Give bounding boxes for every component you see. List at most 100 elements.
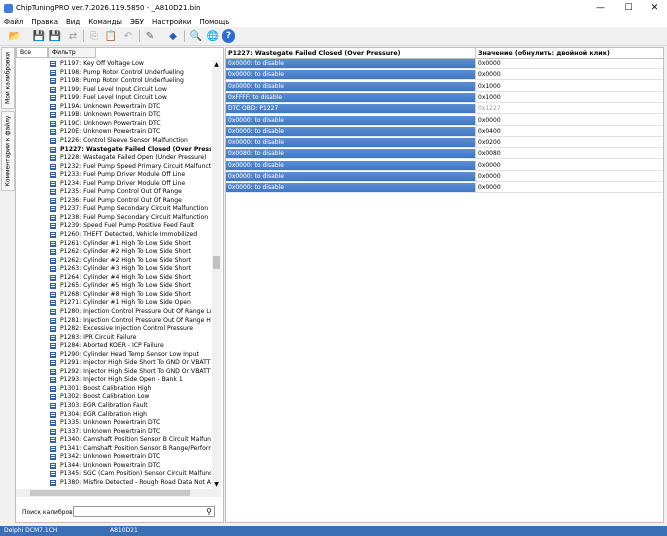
tree-item[interactable]: P1380: Misfire Detected - Rough Road Dat… <box>50 479 211 487</box>
tree-item[interactable]: P1199: Fuel Level Input Circuit Low <box>50 94 167 102</box>
tree-item[interactable]: P1198: Pump Rotor Control Underfueling <box>50 77 184 85</box>
tree-item[interactable]: P1281: Injection Control Pressure Out Of… <box>50 317 211 325</box>
tree-item[interactable]: P1227: Wastegate Failed Closed (Over Pre… <box>50 146 211 154</box>
table-row-label[interactable]: 0x0000: to disable <box>226 115 475 126</box>
tree-item[interactable]: P1260: THEFT Detected, Vehicle Immobiliz… <box>50 231 197 239</box>
tree-item[interactable]: P1262: Cylinder #2 High To Low Side Shor… <box>50 248 191 256</box>
tree-item[interactable]: P1268: Cylinder #8 High To Low Side Shor… <box>50 291 191 299</box>
globe-icon[interactable]: 🌐 <box>206 29 220 43</box>
checksum-icon[interactable]: ✎ <box>143 29 157 43</box>
tree-item[interactable]: P1228: Wastegate Failed Open (Under Pres… <box>50 154 207 162</box>
tree-item[interactable]: P1226: Control Sleeve Sensor Malfunction <box>50 137 188 145</box>
table-row-label[interactable]: 0x0000: to disable <box>226 70 475 81</box>
tree-item[interactable]: P1262: Cylinder #2 High To Low Side Shor… <box>50 257 191 265</box>
copy-icon[interactable]: ⎘ <box>87 29 101 43</box>
tab-filter[interactable]: Фильтр <box>48 48 96 58</box>
tree-item[interactable]: P1261: Cylinder #1 High To Low Side Shor… <box>50 240 191 248</box>
table-row-value[interactable]: 0x0000 <box>475 172 663 182</box>
tree-item[interactable]: P1264: Cylinder #4 High To Low Side Shor… <box>50 274 191 282</box>
table-row-value[interactable]: 0x1227 <box>475 104 663 115</box>
diamond-icon[interactable]: ◆ <box>166 29 180 43</box>
tree-item[interactable]: P1342: Unknown Powertrain DTC <box>50 453 160 461</box>
paste-icon[interactable]: 📋 <box>104 29 118 43</box>
tree-item[interactable]: P1304: EGR Calibration High <box>50 411 147 419</box>
minimize-button[interactable]: — <box>587 0 614 16</box>
table-row-value[interactable]: 0x0000 <box>475 70 663 81</box>
table-row-label[interactable]: 0x0000: to disable <box>226 126 475 137</box>
tree-item[interactable]: P1341: Camshaft Position Sensor B Range/… <box>50 445 211 453</box>
search-input[interactable]: ⚲ <box>73 506 215 517</box>
save-icon[interactable]: 💾 <box>32 29 46 43</box>
column-header-value[interactable]: Значение (обнулить: двойной клик) <box>475 48 663 59</box>
menu-help[interactable]: Помощь <box>195 18 233 26</box>
tree-item[interactable]: P1265: Cylinder #5 High To Low Side Shor… <box>50 282 191 290</box>
tree-item[interactable]: P1345: SGC (Cam Position) Sensor Circuit… <box>50 470 211 478</box>
table-row-value[interactable]: 0x0000 <box>475 59 663 69</box>
tree-item[interactable]: P1344: Unknown Powertrain DTC <box>50 462 160 470</box>
table-row-label[interactable]: 0xFFFF: to disable <box>226 92 475 103</box>
tree-item[interactable]: P1335: Unknown Powertrain DTC <box>50 419 160 427</box>
tree-item[interactable]: P1290: Cylinder Head Temp Sensor Low Inp… <box>50 351 199 359</box>
tree-item[interactable]: P1293: Injector High Side Open - Bank 1 <box>50 376 183 384</box>
table-row-value[interactable]: 0x0400 <box>475 126 663 137</box>
tree-item[interactable]: P1197: Key Off Voltage Low <box>50 60 144 68</box>
tree-item[interactable]: P119A: Unknown Powertrain DTC <box>50 103 160 111</box>
table-row-label[interactable]: 0x0000: to disable <box>226 138 475 149</box>
tree-item[interactable]: P1302: Boost Calibration Low <box>50 393 149 401</box>
column-header-calibration[interactable]: P1227: Wastegate Failed Closed (Over Pre… <box>226 48 475 59</box>
tree-item[interactable]: P1234: Fuel Pump Driver Module Off Line <box>50 180 185 188</box>
close-button[interactable]: ✕ <box>641 0 667 16</box>
scroll-thumb[interactable] <box>30 490 190 496</box>
table-row-label[interactable]: 0x0000: to disable <box>226 59 475 69</box>
tab-all[interactable]: Все <box>16 48 48 58</box>
compare-icon[interactable]: ⇄ <box>66 29 80 43</box>
tree-item[interactable]: P119B: Unknown Powertrain DTC <box>50 111 161 119</box>
tab-file-comments[interactable]: Комментарии к файлу <box>1 111 15 191</box>
menu-view[interactable]: Вид <box>62 18 84 26</box>
menu-settings[interactable]: Настройки <box>148 18 196 26</box>
tree-item[interactable]: P1233: Fuel Pump Driver Module Off Line <box>50 171 185 179</box>
tree-item[interactable]: P1271: Cylinder #1 High To Low Side Open <box>50 299 191 307</box>
tree-item[interactable]: P1238: Fuel Pump Secondary Circuit Malfu… <box>50 214 208 222</box>
tree-item[interactable]: P1239: Speed Fuel Pump Positive Feed Fau… <box>50 222 194 230</box>
maximize-button[interactable]: ☐ <box>615 0 642 16</box>
table-row-value[interactable]: 0x1000 <box>475 92 663 103</box>
scroll-up-icon[interactable]: ▲ <box>212 60 221 69</box>
menu-edit[interactable]: Правка <box>27 18 62 26</box>
search-icon[interactable]: 🔍 <box>189 29 203 43</box>
tree-item[interactable]: P1232: Fuel Pump Speed Primary Circuit M… <box>50 163 211 171</box>
tree-vertical-scrollbar[interactable]: ▲ ▼ <box>212 60 221 489</box>
tree-item[interactable]: P119C: Unknown Powertrain DTC <box>50 120 161 128</box>
tree-item[interactable]: P1236: Fuel Pump Control Out Of Range <box>50 197 182 205</box>
tree-item[interactable]: P1199: Fuel Level Input Circuit Low <box>50 86 167 94</box>
table-row-label[interactable]: 0x0000: to disable <box>226 81 475 92</box>
table-row-label[interactable]: 0x0000: to disable <box>226 160 475 171</box>
table-row-value[interactable]: 0x0000 <box>475 115 663 126</box>
open-folder-icon[interactable]: 📂 <box>8 29 22 43</box>
tree-item[interactable]: P1337: Unknown Powertrain DTC <box>50 428 160 436</box>
tree-item[interactable]: P1301: Boost Calibration High <box>50 385 151 393</box>
tree-item[interactable]: P1340: Camshaft Position Sensor B Circui… <box>50 436 211 444</box>
scroll-down-icon[interactable]: ▼ <box>212 480 221 489</box>
tree-item[interactable]: P1280: Injection Control Pressure Out Of… <box>50 308 211 316</box>
table-row-value[interactable]: 0x0200 <box>475 138 663 149</box>
help-icon[interactable]: ? <box>222 29 235 43</box>
undo-icon[interactable]: ↶ <box>121 29 135 43</box>
tree-item[interactable]: P1283: IPR Circuit Failure <box>50 334 136 342</box>
tree-item[interactable]: P120E: Unknown Powertrain DTC <box>50 128 160 136</box>
tree-item[interactable]: P1282: Excessive Injection Control Press… <box>50 325 193 333</box>
scroll-thumb[interactable] <box>213 256 220 269</box>
table-row-value[interactable]: 0x1000 <box>475 81 663 92</box>
tree-item[interactable]: P1237: Fuel Pump Secondary Circuit Malfu… <box>50 205 208 213</box>
table-row-label[interactable]: 0x0080: to disable <box>226 149 475 160</box>
menu-file[interactable]: Файл <box>0 18 27 26</box>
tree-item[interactable]: P1291: Injector High Side Short To GND O… <box>50 359 210 367</box>
table-row-label[interactable]: 0x0000: to disable <box>226 172 475 182</box>
table-row-value[interactable]: 0x0080 <box>475 149 663 160</box>
tree-item[interactable]: P1263: Cylinder #3 High To Low Side Shor… <box>50 265 191 273</box>
tab-my-calibrations[interactable]: Мои калибровки <box>1 47 15 109</box>
table-row-value[interactable]: 0x0000 <box>475 160 663 171</box>
table-row-label[interactable]: DTC OBD: P1227 <box>226 104 475 115</box>
search-icon[interactable]: ⚲ <box>206 507 212 516</box>
tree-item[interactable]: P1303: EGR Calibration Fault <box>50 402 148 410</box>
